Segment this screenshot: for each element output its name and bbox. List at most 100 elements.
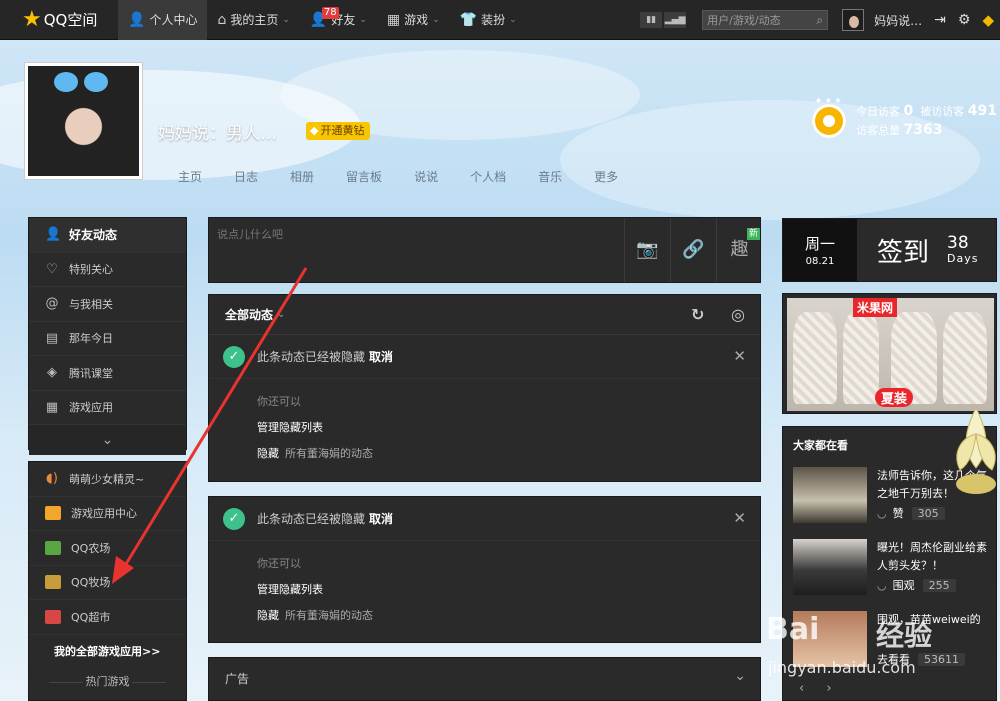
close-icon[interactable]: ✕ xyxy=(733,509,746,527)
sidebar-item-on-this-day[interactable]: ▤ 那年今日 xyxy=(29,322,186,356)
ad-summer-tag: 夏装 xyxy=(875,388,914,407)
manage-hidden-list-link[interactable]: 管理隐藏列表 xyxy=(257,415,760,441)
sidebar-item-tencent-classroom[interactable]: ◈ 腾讯课堂 xyxy=(29,356,186,391)
view-mode-chart-icon[interactable]: ▂▄▆ xyxy=(664,12,687,28)
tab-music[interactable]: 音乐 xyxy=(538,168,562,185)
qzone-logo[interactable]: ★ QQ空间 xyxy=(0,0,118,40)
tab-home[interactable]: 主页 xyxy=(178,168,202,185)
watch-button[interactable]: 围观 xyxy=(893,577,915,593)
all-games-link[interactable]: 我的全部游戏应用>> xyxy=(29,635,186,669)
undo-hide-link[interactable]: 取消 xyxy=(369,510,393,527)
like-count: 305 xyxy=(911,506,945,520)
tab-profile[interactable]: 个人档 xyxy=(470,168,506,185)
post-composer: 说点儿什么吧 📷 🔗 趣 新 xyxy=(208,217,761,283)
like-button[interactable]: 赞 xyxy=(893,505,904,521)
checkin-days-count: 38 Days xyxy=(947,233,979,266)
app-item-qq-supermarket[interactable]: QQ超市 xyxy=(29,600,186,635)
notification-badge: 78 xyxy=(321,6,339,19)
app-item-qq-farm[interactable]: QQ农场 xyxy=(29,531,186,566)
checkin-button[interactable]: 签到 xyxy=(877,232,929,269)
app-item-sprite[interactable]: ◖) 萌萌少女精灵~ xyxy=(29,462,186,497)
tab-more[interactable]: 更多 xyxy=(594,168,618,185)
refresh-icon[interactable]: ↻ xyxy=(691,305,704,324)
logout-icon[interactable]: ⇥ xyxy=(934,12,946,28)
trending-thumbnail xyxy=(793,539,867,595)
tab-moments[interactable]: 说说 xyxy=(414,168,438,185)
lotus-decoration-icon xyxy=(956,406,996,494)
calendar-icon: ▤ xyxy=(45,330,59,346)
left-apps-panel: ◖) 萌萌少女精灵~ 游戏应用中心 QQ农场 QQ牧场 QQ超市 我的全部游戏应… xyxy=(28,461,187,701)
username[interactable]: 妈妈说… xyxy=(874,12,922,29)
trending-thumbnail xyxy=(793,467,867,523)
chevron-down-icon: ⌄ xyxy=(509,14,517,25)
nav-games[interactable]: ▦ 游戏 ⌄ xyxy=(377,0,450,40)
close-icon[interactable]: ✕ xyxy=(733,347,746,365)
hide-all-from-user[interactable]: 隐藏 所有董海娟的动态 xyxy=(257,603,760,629)
tab-album[interactable]: 相册 xyxy=(290,168,314,185)
quiz-label: 趣 xyxy=(730,239,749,260)
nav-personal-center[interactable]: 👤 个人中心 xyxy=(118,0,208,40)
ad-card: 广告 ⌄ xyxy=(208,657,761,701)
sidebar-item-friend-feed[interactable]: 👤 好友动态 xyxy=(29,218,186,253)
search-input[interactable]: 用户/游戏/动态 ⌕ xyxy=(702,10,829,30)
chevron-down-icon[interactable]: ⌄ xyxy=(29,425,186,455)
vip-yellow-diamond-button[interactable]: ◆ 开通黄钻 xyxy=(306,122,371,140)
chevron-down-icon: ⌄ xyxy=(282,14,290,25)
nav-dressup[interactable]: 👕 装扮 ⌄ xyxy=(450,0,527,40)
visitor-stats-total[interactable]: 访客总量 7363 xyxy=(856,122,942,138)
attachment-icon[interactable]: 🔗 xyxy=(670,218,716,282)
grid-icon: ▦ xyxy=(386,11,401,28)
profile-tabs: 主页 日志 相册 留言板 说说 个人档 音乐 更多 xyxy=(178,168,650,185)
smile-icon: ◡ xyxy=(877,578,887,592)
baidu-watermark: Bai 经验 jingyan.baidu.com xyxy=(766,612,933,677)
sidebar-item-game-apps[interactable]: ▦ 游戏应用 xyxy=(29,391,186,425)
ranch-icon xyxy=(45,575,61,590)
app-item-qq-ranch[interactable]: QQ牧场 xyxy=(29,566,186,600)
user-avatar-small[interactable] xyxy=(842,9,865,31)
user-icon: 👤 xyxy=(128,11,146,28)
undo-hide-link[interactable]: 取消 xyxy=(369,348,393,365)
hidden-post-options: 你还可以 管理隐藏列表 隐藏 所有董海娟的动态 xyxy=(209,379,760,467)
chevron-down-icon: ⌄ xyxy=(432,14,440,25)
game-center-icon xyxy=(45,506,61,521)
app-item-game-center[interactable]: 游戏应用中心 xyxy=(29,497,186,531)
post-input[interactable]: 说点儿什么吧 xyxy=(209,218,624,282)
nav-my-homepage[interactable]: ⌂ 我的主页 ⌄ xyxy=(207,0,299,40)
trending-item[interactable]: 曝光！周杰伦副业给素人剪头发？！ ◡ 围观 255 xyxy=(793,539,993,597)
gear-icon[interactable]: ⚙ xyxy=(958,12,971,28)
tab-guestbook[interactable]: 留言板 xyxy=(346,168,382,185)
profile-avatar[interactable] xyxy=(24,62,143,180)
checkin-date: 周一 08.21 xyxy=(783,219,857,281)
hot-games-label: 热门游戏 xyxy=(29,669,186,695)
shirt-icon: 👕 xyxy=(459,11,478,28)
camera-icon[interactable]: 📷 xyxy=(624,218,670,282)
watch-count: 255 xyxy=(922,578,956,592)
tab-blog[interactable]: 日志 xyxy=(234,168,258,185)
manage-hidden-list-link[interactable]: 管理隐藏列表 xyxy=(257,577,760,603)
hair-bow xyxy=(54,72,108,94)
sound-icon: ◖) xyxy=(46,471,58,487)
check-icon: ✓ xyxy=(223,345,245,368)
ad-brand-label: 米果网 xyxy=(853,298,898,317)
diamond-icon[interactable]: ◆ xyxy=(982,11,994,29)
new-badge: 新 xyxy=(746,228,760,240)
at-icon: @ xyxy=(45,296,59,312)
farm-icon xyxy=(45,540,61,555)
nav-friends[interactable]: 👤 78 好友 ⌄ xyxy=(300,0,377,40)
feed-filter-dropdown[interactable]: 全部动态 xyxy=(225,306,273,323)
fashion-ad-banner[interactable]: 米果网 夏装 xyxy=(782,293,997,414)
diamond-icon: ◆ xyxy=(310,124,319,137)
chevron-down-icon[interactable]: ⌄ xyxy=(277,309,285,320)
settings-circle-icon[interactable]: ◎ xyxy=(731,305,745,324)
sidebar-item-special-care[interactable]: ♡ 特别关心 xyxy=(29,253,186,287)
sidebar-item-mentions[interactable]: @ 与我相关 xyxy=(29,287,186,322)
chevron-down-icon[interactable]: ⌄ xyxy=(734,668,746,684)
visitor-stats-today[interactable]: 今日访客 0 被访访客 491 xyxy=(856,103,997,119)
visitor-icon[interactable] xyxy=(812,104,846,138)
profile-name: 妈妈说：男人… xyxy=(158,124,277,144)
quiz-button[interactable]: 趣 新 xyxy=(716,218,762,282)
hide-all-from-user[interactable]: 隐藏 所有董海娟的动态 xyxy=(257,441,760,467)
hidden-post-notice: ✓ 此条动态已经被隐藏 取消 ✕ xyxy=(209,335,760,379)
search-icon[interactable]: ⌕ xyxy=(816,13,823,28)
view-mode-pause-icon[interactable]: ▮▮ xyxy=(640,12,663,28)
